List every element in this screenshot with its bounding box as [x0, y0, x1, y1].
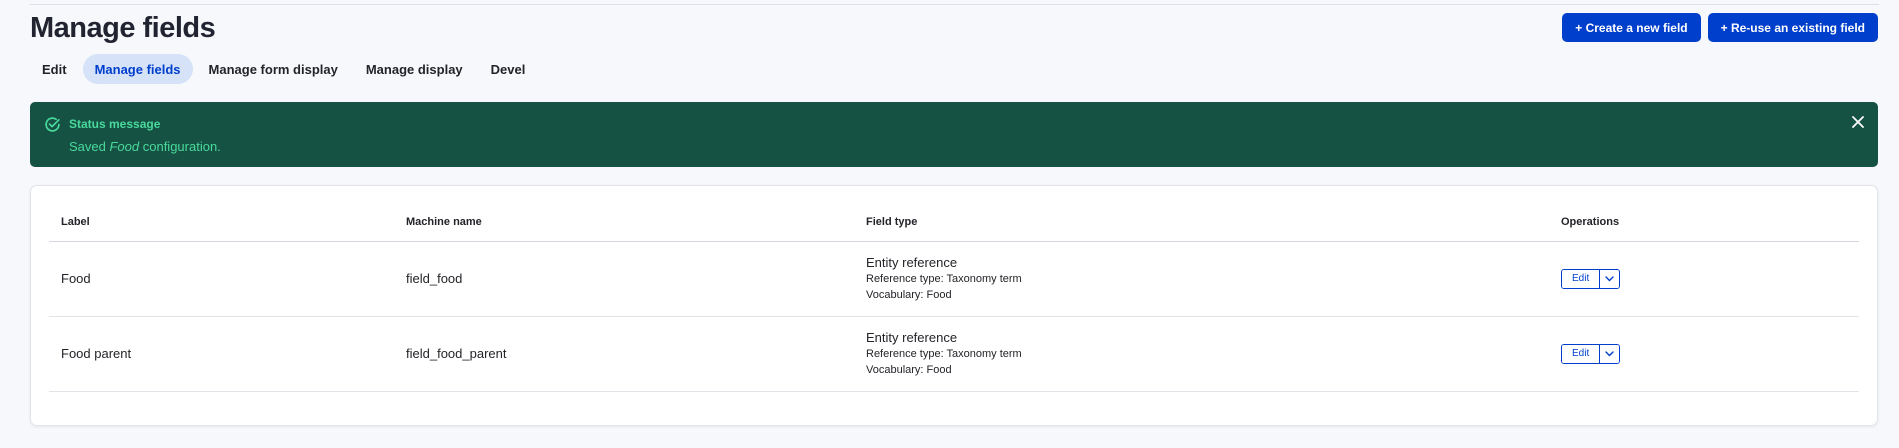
field-type-cell: Entity reference Reference type: Taxonom… — [854, 241, 1549, 317]
edit-field-button[interactable]: Edit — [1562, 269, 1601, 288]
header-machine-name: Machine name — [394, 203, 854, 242]
table-header-row: Label Machine name Field type Operations — [49, 203, 1859, 242]
chevron-down-icon — [1605, 350, 1614, 356]
tab-devel[interactable]: Devel — [479, 54, 538, 84]
tab-manage-display[interactable]: Manage display — [354, 54, 475, 84]
field-type-cell: Entity reference Reference type: Taxonom… — [854, 316, 1549, 392]
field-reference-type: Reference type: Taxonomy term — [866, 348, 1022, 360]
header-operations: Operations — [1549, 203, 1859, 242]
page-actions: + Create a new field + Re-use an existin… — [1562, 13, 1878, 42]
status-text-entity: Food — [109, 139, 140, 154]
top-divider — [30, 4, 1879, 5]
header-label: Label — [49, 203, 394, 242]
field-vocabulary: Vocabulary: Food — [866, 289, 952, 301]
status-message: Status message Saved Food configuration. — [30, 102, 1878, 167]
header-field-type: Field type — [854, 203, 1549, 242]
primary-tabs: Edit Manage fields Manage form display M… — [30, 54, 537, 84]
table-row: Food field_food Entity reference Referen… — [49, 241, 1859, 317]
fields-card: Label Machine name Field type Operations… — [30, 185, 1878, 426]
operations-cell: Edit — [1549, 241, 1859, 317]
page-title: Manage fields — [30, 12, 216, 44]
operations-toggle[interactable] — [1600, 269, 1620, 288]
status-text: Saved Food configuration. — [69, 139, 221, 154]
table-row: Food parent field_food_parent Entity ref… — [49, 316, 1859, 392]
status-text-after: configuration. — [139, 139, 221, 154]
operations-dropbutton: Edit — [1561, 343, 1621, 364]
field-machine-name: field_food — [394, 241, 854, 317]
check-circle-icon — [45, 117, 60, 132]
close-icon[interactable] — [1850, 114, 1866, 130]
field-label: Food — [49, 241, 394, 317]
create-new-field-button[interactable]: + Create a new field — [1562, 13, 1701, 42]
field-label: Food parent — [49, 316, 394, 392]
field-type: Entity reference — [866, 330, 958, 345]
reuse-existing-field-button[interactable]: + Re-use an existing field — [1707, 13, 1878, 42]
field-machine-name: field_food_parent — [394, 316, 854, 392]
operations-cell: Edit — [1549, 316, 1859, 392]
field-type: Entity reference — [866, 255, 958, 270]
status-text-before: Saved — [69, 139, 110, 154]
field-reference-type: Reference type: Taxonomy term — [866, 273, 1022, 285]
edit-field-button[interactable]: Edit — [1562, 344, 1601, 363]
operations-toggle[interactable] — [1600, 344, 1620, 363]
operations-dropbutton: Edit — [1561, 268, 1621, 289]
fields-table: Label Machine name Field type Operations… — [49, 203, 1859, 392]
field-vocabulary: Vocabulary: Food — [866, 364, 952, 376]
chevron-down-icon — [1605, 275, 1614, 281]
tab-manage-fields[interactable]: Manage fields — [82, 54, 193, 84]
tab-manage-form-display[interactable]: Manage form display — [197, 54, 350, 84]
status-title: Status message — [69, 117, 161, 131]
tab-edit[interactable]: Edit — [30, 54, 79, 84]
